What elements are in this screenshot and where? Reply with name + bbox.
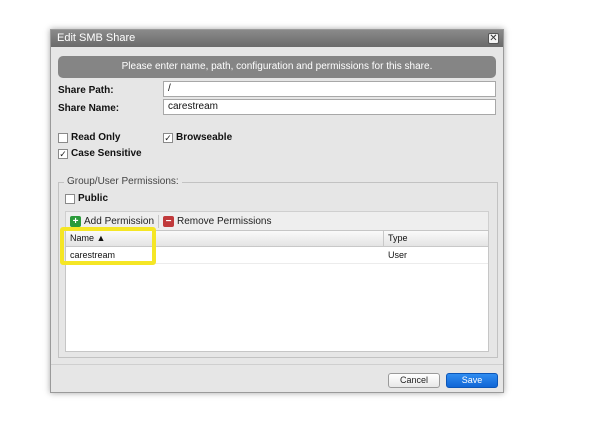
add-permission-label: Add Permission	[84, 216, 155, 227]
public-label: Public	[78, 193, 109, 204]
save-button[interactable]: Save	[446, 373, 498, 388]
read-only-label: Read Only	[71, 132, 121, 143]
permissions-toolbar: + Add Permission − Remove Permissions	[65, 211, 489, 231]
column-header-name[interactable]: Name ▲	[66, 231, 383, 246]
browseable-checkbox[interactable]: ✓	[163, 133, 173, 143]
minus-icon: −	[163, 216, 174, 227]
plus-icon: +	[70, 216, 81, 227]
row-name-cell[interactable]: carestream	[70, 250, 115, 261]
column-header-type[interactable]: Type	[384, 231, 488, 246]
close-icon[interactable]: ✕	[488, 33, 499, 44]
remove-permissions-button[interactable]: − Remove Permissions	[163, 216, 271, 227]
footer-divider	[51, 364, 503, 365]
read-only-checkbox[interactable]	[58, 133, 68, 143]
add-permission-button[interactable]: + Add Permission	[70, 216, 154, 227]
case-sensitive-checkbox[interactable]: ✓	[58, 149, 68, 159]
share-name-label: Share Name:	[58, 103, 120, 114]
share-name-input[interactable]: carestream	[163, 99, 496, 115]
instructions-banner: Please enter name, path, configuration a…	[58, 56, 496, 78]
checkmark-icon: ✓	[164, 133, 172, 143]
permissions-grid: Name ▲ Type carestream User	[60, 227, 489, 352]
grid-header: Name ▲ Type	[66, 231, 488, 247]
dialog-title: Edit SMB Share	[57, 32, 136, 44]
checkmark-icon: ✓	[59, 149, 67, 159]
share-path-label: Share Path:	[58, 85, 114, 96]
row-divider	[66, 263, 488, 264]
toolbar-separator	[158, 215, 159, 228]
row-type-cell[interactable]: User	[388, 250, 407, 261]
browseable-label: Browseable	[176, 132, 233, 143]
dialog-titlebar[interactable]: Edit SMB Share ✕	[51, 30, 503, 47]
cancel-button[interactable]: Cancel	[388, 373, 440, 388]
public-checkbox[interactable]	[65, 194, 75, 204]
permissions-legend: Group/User Permissions:	[64, 176, 182, 187]
share-path-input[interactable]: /	[163, 81, 496, 97]
remove-permissions-label: Remove Permissions	[177, 216, 272, 227]
case-sensitive-label: Case Sensitive	[71, 148, 142, 159]
edit-smb-share-dialog: Edit SMB Share ✕ Please enter name, path…	[50, 29, 504, 393]
